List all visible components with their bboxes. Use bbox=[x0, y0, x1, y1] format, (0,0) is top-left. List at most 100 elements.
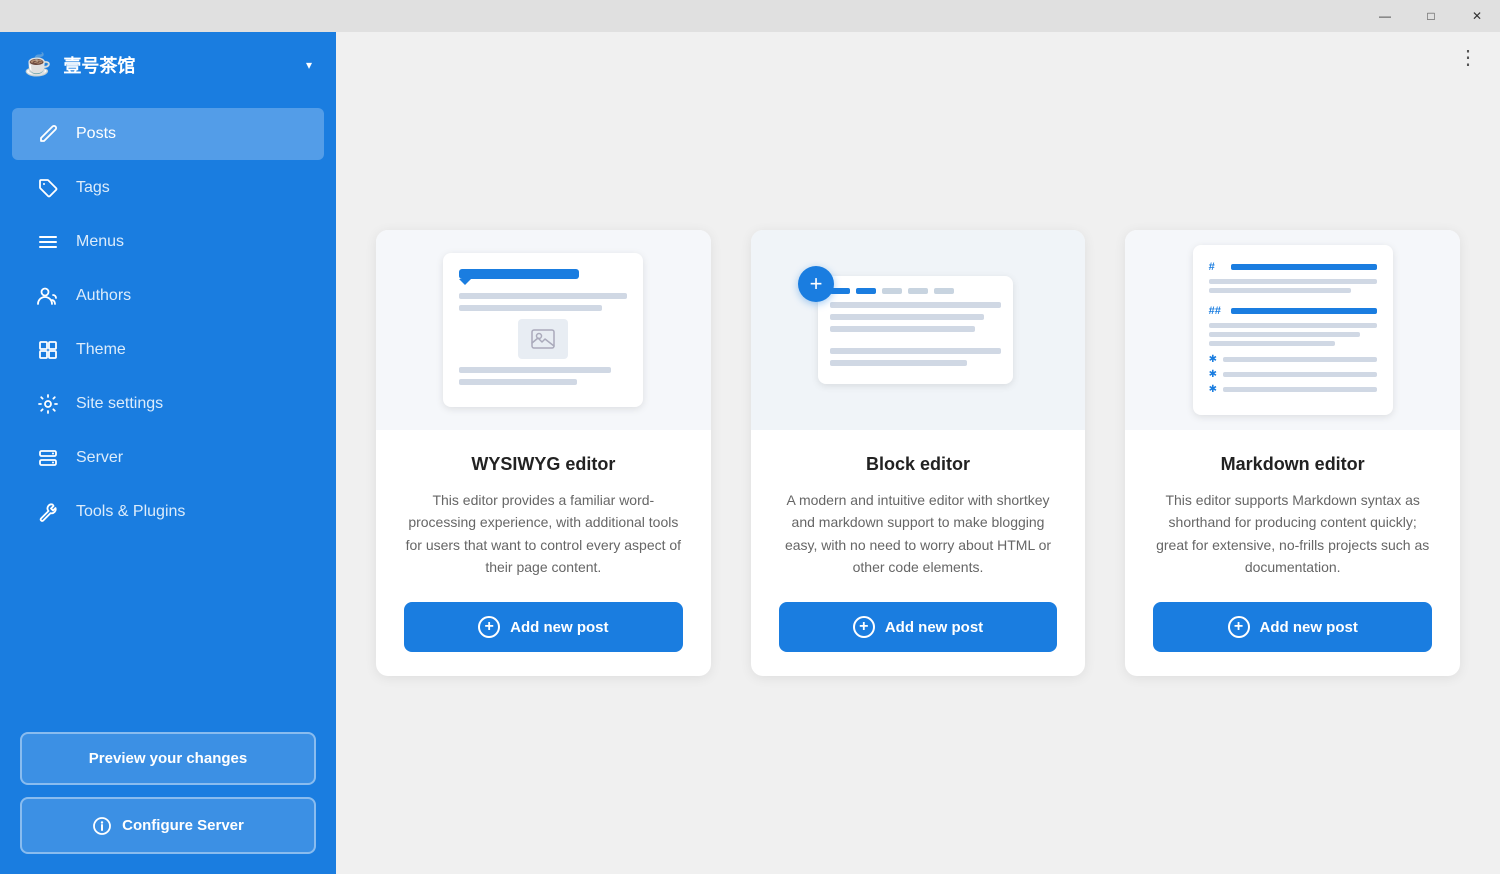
block-line-5 bbox=[830, 360, 967, 366]
authors-icon bbox=[36, 284, 60, 308]
wysiwyg-mockup bbox=[443, 253, 643, 407]
sidebar-item-posts[interactable]: Posts bbox=[12, 108, 324, 160]
wysiwyg-image-placeholder bbox=[518, 319, 568, 359]
block-description: A modern and intuitive editor with short… bbox=[779, 489, 1058, 579]
md-bullet-3: ✱ bbox=[1209, 384, 1377, 395]
sidebar-item-server[interactable]: Server bbox=[12, 432, 324, 484]
close-button[interactable]: ✕ bbox=[1454, 0, 1500, 32]
wysiwyg-card-body: WYSIWYG editor This editor provides a fa… bbox=[376, 430, 711, 677]
wysiwyg-title: WYSIWYG editor bbox=[471, 454, 615, 475]
block-add-icon: + bbox=[853, 616, 875, 638]
markdown-mockup: # ## bbox=[1193, 245, 1393, 415]
md-bullets: ✱ ✱ ✱ bbox=[1209, 354, 1377, 395]
md-h2: ## bbox=[1209, 305, 1377, 317]
markdown-card: # ## bbox=[1125, 230, 1460, 677]
configure-server-label: Configure Server bbox=[122, 817, 244, 834]
markdown-add-post-button[interactable]: + Add new post bbox=[1153, 602, 1432, 652]
block-line-3 bbox=[830, 326, 975, 332]
markdown-card-body: Markdown editor This editor supports Mar… bbox=[1125, 430, 1460, 677]
md-bullet-1: ✱ bbox=[1209, 354, 1377, 365]
wysiwyg-add-icon: + bbox=[478, 616, 500, 638]
block-header-dots bbox=[830, 288, 1001, 294]
block-dot-4 bbox=[908, 288, 928, 294]
sidebar-logo-icon: ☕ bbox=[24, 52, 51, 78]
wysiwyg-line-3 bbox=[459, 367, 610, 373]
edit-icon bbox=[36, 122, 60, 146]
wysiwyg-add-label: Add new post bbox=[510, 619, 608, 636]
wysiwyg-description: This editor provides a familiar word-pro… bbox=[404, 489, 683, 579]
wysiwyg-line-1 bbox=[459, 293, 627, 299]
sidebar-item-site-settings[interactable]: Site settings bbox=[12, 378, 324, 430]
theme-label: Theme bbox=[76, 341, 126, 359]
markdown-description: This editor supports Markdown syntax as … bbox=[1153, 489, 1432, 579]
tags-label: Tags bbox=[76, 179, 110, 197]
theme-icon bbox=[36, 338, 60, 362]
block-add-post-button[interactable]: + Add new post bbox=[779, 602, 1058, 652]
server-label: Server bbox=[76, 449, 123, 467]
block-line-4 bbox=[830, 348, 1001, 354]
sidebar-title: 壹号茶馆 bbox=[63, 52, 294, 78]
sidebar-item-tools-plugins[interactable]: Tools & Plugins bbox=[12, 486, 324, 538]
site-settings-label: Site settings bbox=[76, 395, 163, 413]
block-plus-icon: + bbox=[798, 266, 834, 302]
preview-changes-label: Preview your changes bbox=[89, 750, 247, 767]
titlebar: — □ ✕ bbox=[0, 0, 1500, 32]
sidebar-item-tags[interactable]: Tags bbox=[12, 162, 324, 214]
window-controls: — □ ✕ bbox=[1362, 0, 1500, 32]
preview-changes-button[interactable]: Preview your changes bbox=[20, 732, 316, 785]
md-bullet-2: ✱ bbox=[1209, 369, 1377, 380]
wysiwyg-add-post-button[interactable]: + Add new post bbox=[404, 602, 683, 652]
main-content: ⋮ bbox=[336, 32, 1500, 874]
block-card: + bbox=[751, 230, 1086, 677]
sidebar: ☕ 壹号茶馆 ▾ Posts bbox=[0, 32, 336, 874]
sidebar-item-authors[interactable]: Authors bbox=[12, 270, 324, 322]
authors-label: Authors bbox=[76, 287, 131, 305]
sidebar-item-theme[interactable]: Theme bbox=[12, 324, 324, 376]
sidebar-nav: Posts Tags bbox=[0, 98, 336, 716]
wysiwyg-line-4 bbox=[459, 379, 577, 385]
sidebar-item-menus[interactable]: Menus bbox=[12, 216, 324, 268]
block-add-label: Add new post bbox=[885, 619, 983, 636]
minimize-button[interactable]: — bbox=[1362, 0, 1408, 32]
markdown-add-label: Add new post bbox=[1260, 619, 1358, 636]
tools-icon bbox=[36, 500, 60, 524]
block-line-2 bbox=[830, 314, 984, 320]
markdown-title: Markdown editor bbox=[1221, 454, 1365, 475]
md-line-2 bbox=[1209, 288, 1352, 293]
maximize-button[interactable]: □ bbox=[1408, 0, 1454, 32]
wysiwyg-toolbar bbox=[459, 269, 579, 279]
md-line-3 bbox=[1209, 323, 1377, 328]
block-dot-2 bbox=[856, 288, 876, 294]
tag-icon bbox=[36, 176, 60, 200]
md-line-4 bbox=[1209, 332, 1360, 337]
app-container: ☕ 壹号茶馆 ▾ Posts bbox=[0, 32, 1500, 874]
menus-label: Menus bbox=[76, 233, 124, 251]
block-title: Block editor bbox=[866, 454, 970, 475]
wysiwyg-line-2 bbox=[459, 305, 602, 311]
cards-container: WYSIWYG editor This editor provides a fa… bbox=[376, 230, 1460, 677]
markdown-add-icon: + bbox=[1228, 616, 1250, 638]
block-dot-3 bbox=[882, 288, 902, 294]
tools-plugins-label: Tools & Plugins bbox=[76, 503, 185, 521]
server-icon bbox=[36, 446, 60, 470]
sidebar-header: ☕ 壹号茶馆 ▾ bbox=[0, 32, 336, 98]
block-illustration: + bbox=[751, 230, 1086, 430]
block-dot-5 bbox=[934, 288, 954, 294]
sidebar-dropdown-icon[interactable]: ▾ bbox=[306, 58, 312, 72]
settings-icon bbox=[36, 392, 60, 416]
sidebar-footer: Preview your changes Configure Server bbox=[0, 716, 336, 874]
md-line-1 bbox=[1209, 279, 1377, 284]
wysiwyg-illustration bbox=[376, 230, 711, 430]
markdown-illustration: # ## bbox=[1125, 230, 1460, 430]
configure-server-icon bbox=[92, 815, 112, 836]
md-h1: # bbox=[1209, 261, 1377, 273]
menu-icon bbox=[36, 230, 60, 254]
three-dot-menu[interactable]: ⋮ bbox=[1458, 48, 1480, 68]
block-mockup: + bbox=[818, 276, 1018, 384]
configure-server-button[interactable]: Configure Server bbox=[20, 797, 316, 854]
block-inner-card bbox=[818, 276, 1013, 384]
posts-label: Posts bbox=[76, 125, 116, 143]
md-line-5 bbox=[1209, 341, 1335, 346]
block-card-body: Block editor A modern and intuitive edit… bbox=[751, 430, 1086, 677]
wysiwyg-card: WYSIWYG editor This editor provides a fa… bbox=[376, 230, 711, 677]
